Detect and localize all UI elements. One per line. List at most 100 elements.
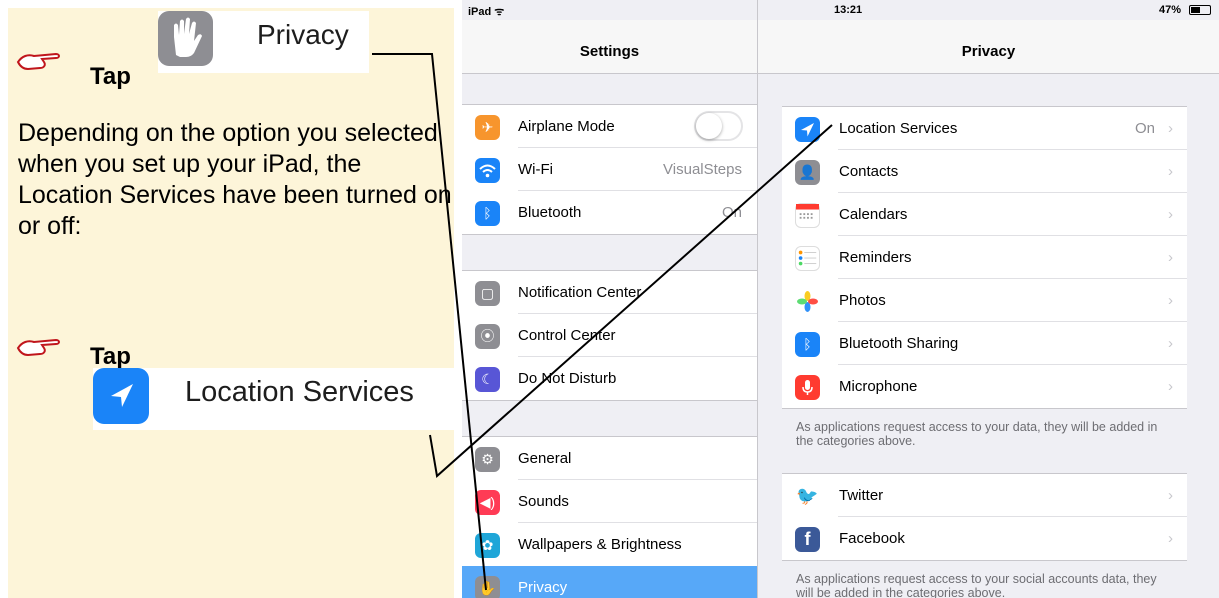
chevron-right-icon: › — [1168, 487, 1173, 504]
privacy-detail-pane: Privacy Location Services On › 👤 Contact… — [758, 0, 1219, 598]
row-label: Bluetooth — [518, 204, 582, 221]
location-arrow-icon — [795, 117, 820, 142]
settings-row-wifi[interactable]: Wi-Fi VisualSteps — [462, 148, 757, 191]
privacy-row-facebook[interactable]: f Facebook › — [782, 517, 1187, 560]
battery-icon — [1189, 5, 1211, 15]
settings-group-2: ▢ Notification Center ⦿ Control Center ☾… — [462, 270, 757, 401]
clock: 13:21 — [834, 4, 863, 16]
row-label: Microphone — [839, 378, 918, 395]
device-label: iPad ᯤ — [468, 6, 505, 18]
twitter-icon: 🐦 — [795, 484, 820, 509]
row-label: Calendars — [839, 206, 908, 223]
settings-title: Settings — [579, 43, 640, 60]
row-label: Wi-Fi — [518, 161, 553, 178]
hand-icon — [158, 11, 213, 66]
settings-row-do-not-disturb[interactable]: ☾ Do Not Disturb — [462, 357, 757, 400]
pointing-hand-icon — [16, 52, 60, 71]
row-label: Contacts — [839, 163, 899, 180]
settings-row-airplane-mode[interactable]: ✈ Airplane Mode — [462, 105, 757, 148]
privacy-footer-social: As applications request access to your s… — [796, 572, 1157, 598]
reminders-icon — [795, 246, 820, 271]
row-label: General — [518, 450, 572, 467]
chevron-right-icon: › — [1168, 292, 1173, 309]
chevron-right-icon: › — [1168, 249, 1173, 266]
status-bar: iPad ᯤ 13:21 47% — [462, 0, 1219, 20]
settings-row-notification-center[interactable]: ▢ Notification Center — [462, 271, 757, 314]
speaker-icon: ◀) — [475, 490, 500, 515]
pointing-hand-icon — [16, 338, 60, 357]
row-label: Photos — [839, 292, 886, 309]
settings-row-privacy[interactable]: ✋ Privacy — [462, 566, 757, 598]
location-services-snippet-label: Location Services — [185, 376, 414, 408]
row-label: Location Services — [839, 120, 958, 137]
privacy-snippet-label: Privacy — [257, 19, 349, 50]
tap-label-1: Tap — [90, 63, 131, 90]
privacy-row-location-services[interactable]: Location Services On › — [782, 107, 1187, 150]
settings-group-3: ⚙ General ◀) Sounds ✿ Wallpapers & Brigh… — [462, 436, 757, 598]
location-services-snippet: Location Services — [93, 368, 458, 430]
ipad-screen: Settings ✈ Airplane Mode Wi-Fi VisualSte… — [462, 0, 1219, 598]
instruction-panel: Tap Privacy Depending on the option you … — [8, 8, 458, 598]
notification-center-icon: ▢ — [475, 281, 500, 306]
location-services-value: On — [1134, 120, 1155, 137]
photos-icon — [795, 289, 820, 314]
privacy-title: Privacy — [961, 43, 1016, 60]
moon-icon: ☾ — [475, 367, 500, 392]
privacy-row-twitter[interactable]: 🐦 Twitter › — [782, 474, 1187, 517]
privacy-row-reminders[interactable]: Reminders › — [782, 236, 1187, 279]
calendar-icon — [795, 203, 820, 228]
settings-master-pane: Settings ✈ Airplane Mode Wi-Fi VisualSte… — [462, 0, 758, 598]
wifi-icon — [475, 158, 500, 183]
wifi-network-value: VisualSteps — [663, 161, 742, 178]
privacy-row-contacts[interactable]: 👤 Contacts › — [782, 150, 1187, 193]
airplane-mode-toggle[interactable] — [694, 111, 743, 141]
row-label: Notification Center — [518, 284, 642, 301]
tap-label-2: Tap — [90, 343, 131, 370]
facebook-icon: f — [795, 527, 820, 552]
privacy-row-bluetooth-sharing[interactable]: ᛒ Bluetooth Sharing › — [782, 322, 1187, 365]
chevron-right-icon: › — [1168, 530, 1173, 547]
privacy-group-1: Location Services On › 👤 Contacts › Cale… — [782, 106, 1187, 409]
chevron-right-icon: › — [1168, 335, 1173, 352]
row-label: Control Center — [518, 327, 616, 344]
settings-row-general[interactable]: ⚙ General — [462, 437, 757, 480]
bluetooth-icon: ᛒ — [795, 332, 820, 357]
settings-group-1: ✈ Airplane Mode Wi-Fi VisualSteps ᛒ Blue… — [462, 104, 757, 235]
chevron-right-icon: › — [1168, 120, 1173, 137]
privacy-navbar: Privacy — [758, 20, 1219, 74]
settings-row-bluetooth[interactable]: ᛒ Bluetooth On — [462, 191, 757, 234]
microphone-icon — [795, 375, 820, 400]
contacts-icon: 👤 — [795, 160, 820, 185]
row-label: Privacy — [518, 579, 568, 596]
hand-icon: ✋ — [475, 576, 500, 598]
privacy-row-microphone[interactable]: Microphone › — [782, 365, 1187, 408]
bluetooth-value: On — [721, 204, 742, 221]
bluetooth-icon: ᛒ — [475, 201, 500, 226]
row-label: Airplane Mode — [518, 118, 615, 135]
airplane-icon: ✈ — [475, 115, 500, 140]
privacy-footer-data: As applications request access to your d… — [796, 420, 1158, 448]
settings-row-control-center[interactable]: ⦿ Control Center — [462, 314, 757, 357]
gear-icon: ⚙ — [475, 447, 500, 472]
privacy-group-2: 🐦 Twitter › f Facebook › — [782, 473, 1187, 561]
location-arrow-icon — [93, 368, 149, 424]
row-label: Wallpapers & Brightness — [518, 536, 682, 553]
privacy-row-calendars[interactable]: Calendars › — [782, 193, 1187, 236]
row-label: Do Not Disturb — [518, 370, 617, 387]
settings-row-wallpapers-brightness[interactable]: ✿ Wallpapers & Brightness — [462, 523, 757, 566]
control-center-icon: ⦿ — [475, 324, 500, 349]
chevron-right-icon: › — [1168, 206, 1173, 223]
row-label: Reminders — [839, 249, 912, 266]
privacy-snippet: Privacy — [158, 11, 369, 73]
row-label: Facebook — [839, 530, 905, 547]
chevron-right-icon: › — [1168, 378, 1173, 395]
wallpaper-icon: ✿ — [475, 533, 500, 558]
settings-row-sounds[interactable]: ◀) Sounds — [462, 480, 757, 523]
row-label: Bluetooth Sharing — [839, 335, 959, 352]
privacy-row-photos[interactable]: Photos › — [782, 279, 1187, 322]
instruction-text: Depending on the option you selected whe… — [18, 119, 452, 240]
row-label: Twitter — [839, 487, 884, 504]
settings-navbar: Settings — [462, 20, 757, 74]
battery-percentage: 47% — [1158, 4, 1181, 16]
chevron-right-icon: › — [1168, 163, 1173, 180]
